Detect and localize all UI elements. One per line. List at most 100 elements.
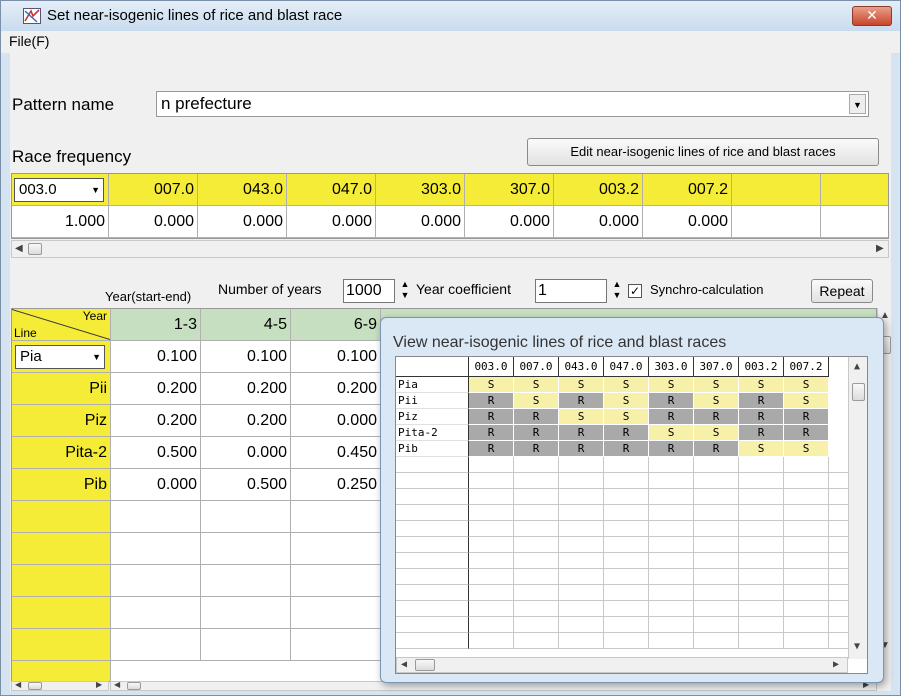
race-value-cell[interactable]: 0.000 (376, 206, 465, 238)
spin-up-icon[interactable]: ▲ (608, 279, 626, 290)
year-value-cell[interactable] (201, 501, 291, 533)
matrix-race-header: 303.0 (649, 357, 694, 377)
year-value-cell[interactable]: 0.500 (201, 469, 291, 501)
matrix-empty-cell (649, 617, 694, 633)
year-value-cell[interactable]: 0.200 (111, 373, 201, 405)
year-coefficient-spinner[interactable]: ▲ ▼ (608, 279, 626, 303)
year-value-cell[interactable] (291, 629, 381, 661)
popup-hscroll[interactable]: ◀ ▶ (396, 657, 848, 673)
spin-up-icon[interactable]: ▲ (396, 279, 414, 290)
menu-bar: File(F) (1, 31, 900, 53)
matrix-race-header: 047.0 (604, 357, 649, 377)
year-value-cell[interactable] (111, 597, 201, 629)
line-select[interactable]: Pia ▼ (15, 345, 105, 369)
year-value-cell[interactable]: 0.100 (291, 341, 381, 373)
num-years-input[interactable]: 1000 (343, 279, 395, 303)
year-value-cell[interactable] (201, 629, 291, 661)
matrix-empty-cell (559, 569, 604, 585)
year-value-cell[interactable] (291, 501, 381, 533)
scroll-right-icon[interactable]: ▶ (833, 659, 839, 670)
year-value-cell[interactable]: 0.000 (201, 437, 291, 469)
race-value-cell[interactable]: 0.000 (109, 206, 198, 238)
scroll-left-icon[interactable]: ◀ (15, 243, 23, 254)
race-grid-hscroll[interactable]: ◀ ▶ (11, 240, 889, 258)
scroll-up-icon[interactable]: ▲ (854, 361, 860, 372)
year-value-cell[interactable]: 0.200 (201, 405, 291, 437)
chevron-down-icon[interactable]: ▼ (92, 346, 101, 368)
race-value-cell[interactable] (732, 206, 821, 238)
synchro-checkbox[interactable]: ✓ (628, 284, 642, 298)
year-value-cell[interactable]: 0.200 (201, 373, 291, 405)
year-coefficient-input[interactable]: 1 (535, 279, 607, 303)
year-value-cell[interactable] (201, 533, 291, 565)
num-years-spinner[interactable]: ▲ ▼ (396, 279, 414, 303)
view-lines-popup: View near-isogenic lines of rice and bla… (380, 317, 884, 683)
close-button[interactable]: ✕ (852, 6, 892, 26)
scroll-thumb[interactable] (28, 682, 42, 690)
line-row-header (12, 565, 111, 597)
matrix-race-header: 003.0 (469, 357, 514, 377)
popup-vscroll[interactable]: ▲ ▼ (848, 357, 867, 659)
year-value-cell[interactable]: 0.200 (291, 373, 381, 405)
year-value-cell[interactable]: 0.000 (291, 405, 381, 437)
year-value-cell[interactable] (111, 533, 201, 565)
edit-lines-button[interactable]: Edit near-isogenic lines of rice and bla… (527, 138, 879, 166)
matrix-empty-cell (649, 537, 694, 553)
year-value-cell[interactable]: 0.000 (111, 469, 201, 501)
year-value-cell[interactable] (201, 565, 291, 597)
title-bar[interactable]: Set near-isogenic lines of rice and blas… (1, 1, 900, 31)
race-value-cell[interactable]: 0.000 (643, 206, 732, 238)
chevron-down-icon[interactable]: ▼ (849, 94, 866, 114)
race-value-cell[interactable]: 0.000 (198, 206, 287, 238)
race-header-cell (821, 174, 888, 206)
menu-file[interactable]: File(F) (9, 33, 49, 49)
scroll-right-icon[interactable]: ▶ (876, 243, 884, 254)
scroll-left-icon[interactable]: ◀ (401, 659, 407, 670)
scroll-thumb[interactable] (127, 682, 141, 690)
scroll-thumb[interactable] (415, 659, 435, 671)
line-hscroll[interactable]: ◀ ▶ (11, 680, 109, 691)
year-value-cell[interactable]: 0.100 (111, 341, 201, 373)
scroll-thumb[interactable] (28, 243, 42, 255)
year-value-cell[interactable] (111, 629, 201, 661)
year-value-cell[interactable] (291, 565, 381, 597)
scroll-thumb[interactable] (852, 383, 865, 401)
scroll-left-icon[interactable]: ◀ (15, 680, 21, 689)
year-value-cell[interactable] (111, 565, 201, 597)
scroll-left-icon[interactable]: ◀ (114, 680, 120, 689)
year-value-cell[interactable]: 0.500 (111, 437, 201, 469)
matrix-empty-cell (469, 505, 514, 521)
year-value-cell[interactable] (291, 533, 381, 565)
matrix-cell: R (469, 393, 514, 409)
scroll-right-icon[interactable]: ▶ (96, 680, 102, 689)
repeat-button[interactable]: Repeat (811, 279, 873, 303)
race-value-cell[interactable]: 0.000 (465, 206, 554, 238)
year-value-cell[interactable]: 0.250 (291, 469, 381, 501)
year-value-cell[interactable] (291, 597, 381, 629)
year-value-cell[interactable]: 0.450 (291, 437, 381, 469)
scroll-down-icon[interactable]: ▼ (854, 641, 860, 652)
matrix-empty-cell (739, 537, 784, 553)
race-value-cell[interactable]: 0.000 (287, 206, 376, 238)
matrix-empty-cell (739, 569, 784, 585)
year-value-cell[interactable]: 0.100 (201, 341, 291, 373)
race-header-cell: 307.0 (465, 174, 554, 206)
matrix-empty-cell (396, 585, 469, 601)
race-select[interactable]: 003.0 ▼ (14, 178, 104, 202)
matrix-cell: R (739, 425, 784, 441)
matrix-empty-cell (694, 457, 739, 473)
matrix-empty-cell (784, 585, 829, 601)
chevron-down-icon[interactable]: ▼ (91, 179, 100, 201)
matrix-empty-cell (694, 489, 739, 505)
year-value-cell[interactable] (201, 597, 291, 629)
matrix-empty-cell (739, 585, 784, 601)
year-value-cell[interactable]: 0.200 (111, 405, 201, 437)
spin-down-icon[interactable]: ▼ (608, 290, 626, 301)
spin-down-icon[interactable]: ▼ (396, 290, 414, 301)
race-value-cell[interactable]: 0.000 (554, 206, 643, 238)
race-value-cell[interactable]: 1.000 (12, 206, 109, 238)
race-value-cell[interactable] (821, 206, 888, 238)
year-value-cell[interactable] (111, 501, 201, 533)
matrix-cell: R (784, 425, 829, 441)
pattern-name-combo[interactable]: n prefecture ▼ (156, 91, 869, 117)
